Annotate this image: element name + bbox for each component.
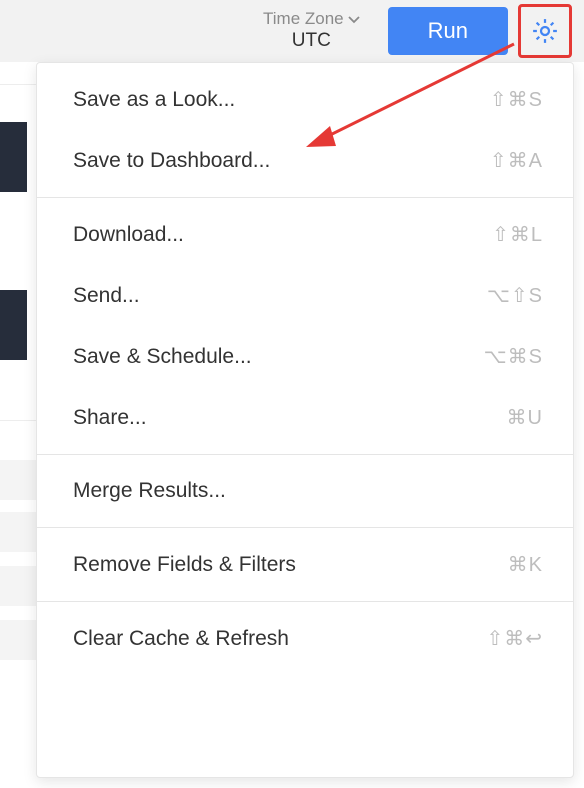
menu-item-shortcut: ⌥⇧S [487, 283, 543, 308]
sidebar-fragment [0, 290, 27, 360]
timezone-label: Time Zone [263, 9, 344, 29]
menu-item-label: Save as a Look... [73, 88, 235, 112]
menu-item-download[interactable]: Download... ⇧⌘L [37, 204, 573, 265]
menu-section: Save as a Look... ⇧⌘S Save to Dashboard.… [37, 63, 573, 197]
menu-section: Download... ⇧⌘L Send... ⌥⇧S Save & Sched… [37, 198, 573, 454]
menu-item-shortcut: ⌘K [508, 552, 543, 577]
toolbar: Time Zone UTC Run [0, 0, 584, 62]
menu-item-label: Remove Fields & Filters [73, 553, 296, 577]
menu-item-share[interactable]: Share... ⌘U [37, 387, 573, 448]
chevron-down-icon [348, 16, 360, 24]
menu-section: Merge Results... [37, 455, 573, 527]
menu-item-remove-fields-filters[interactable]: Remove Fields & Filters ⌘K [37, 534, 573, 595]
bg-band [0, 566, 36, 606]
menu-item-label: Merge Results... [73, 479, 226, 503]
menu-item-merge-results[interactable]: Merge Results... [37, 461, 573, 521]
menu-item-shortcut: ⌘U [507, 405, 543, 430]
sidebar-fragment [0, 122, 27, 192]
menu-section: Clear Cache & Refresh ⇧⌘↩ [37, 602, 573, 675]
menu-item-save-as-look[interactable]: Save as a Look... ⇧⌘S [37, 69, 573, 130]
menu-item-label: Save & Schedule... [73, 345, 252, 369]
menu-item-label: Download... [73, 223, 184, 247]
menu-item-label: Send... [73, 284, 140, 308]
menu-item-clear-cache-refresh[interactable]: Clear Cache & Refresh ⇧⌘↩ [37, 608, 573, 669]
menu-item-shortcut: ⇧⌘↩ [486, 626, 543, 651]
bg-line [0, 84, 36, 85]
settings-dropdown-menu: Save as a Look... ⇧⌘S Save to Dashboard.… [36, 62, 574, 778]
timezone-value: UTC [292, 30, 331, 53]
settings-button[interactable] [518, 4, 572, 58]
menu-item-label: Clear Cache & Refresh [73, 627, 289, 651]
menu-item-label: Save to Dashboard... [73, 149, 270, 173]
timezone-label-row: Time Zone [263, 9, 360, 29]
run-button[interactable]: Run [388, 7, 508, 55]
menu-item-save-schedule[interactable]: Save & Schedule... ⌥⌘S [37, 326, 573, 387]
timezone-selector[interactable]: Time Zone UTC [263, 9, 360, 52]
menu-item-label: Share... [73, 406, 147, 430]
bg-band [0, 512, 36, 552]
menu-item-send[interactable]: Send... ⌥⇧S [37, 265, 573, 326]
menu-item-shortcut: ⇧⌘S [490, 87, 543, 112]
bg-band [0, 460, 36, 500]
bg-line [0, 420, 36, 421]
menu-item-shortcut: ⌥⌘S [484, 344, 543, 369]
menu-item-save-to-dashboard[interactable]: Save to Dashboard... ⇧⌘A [37, 130, 573, 191]
menu-item-shortcut: ⇧⌘L [492, 222, 543, 247]
menu-item-shortcut: ⇧⌘A [490, 148, 543, 173]
menu-section: Remove Fields & Filters ⌘K [37, 528, 573, 601]
gear-icon [530, 16, 560, 46]
bg-band [0, 620, 36, 660]
